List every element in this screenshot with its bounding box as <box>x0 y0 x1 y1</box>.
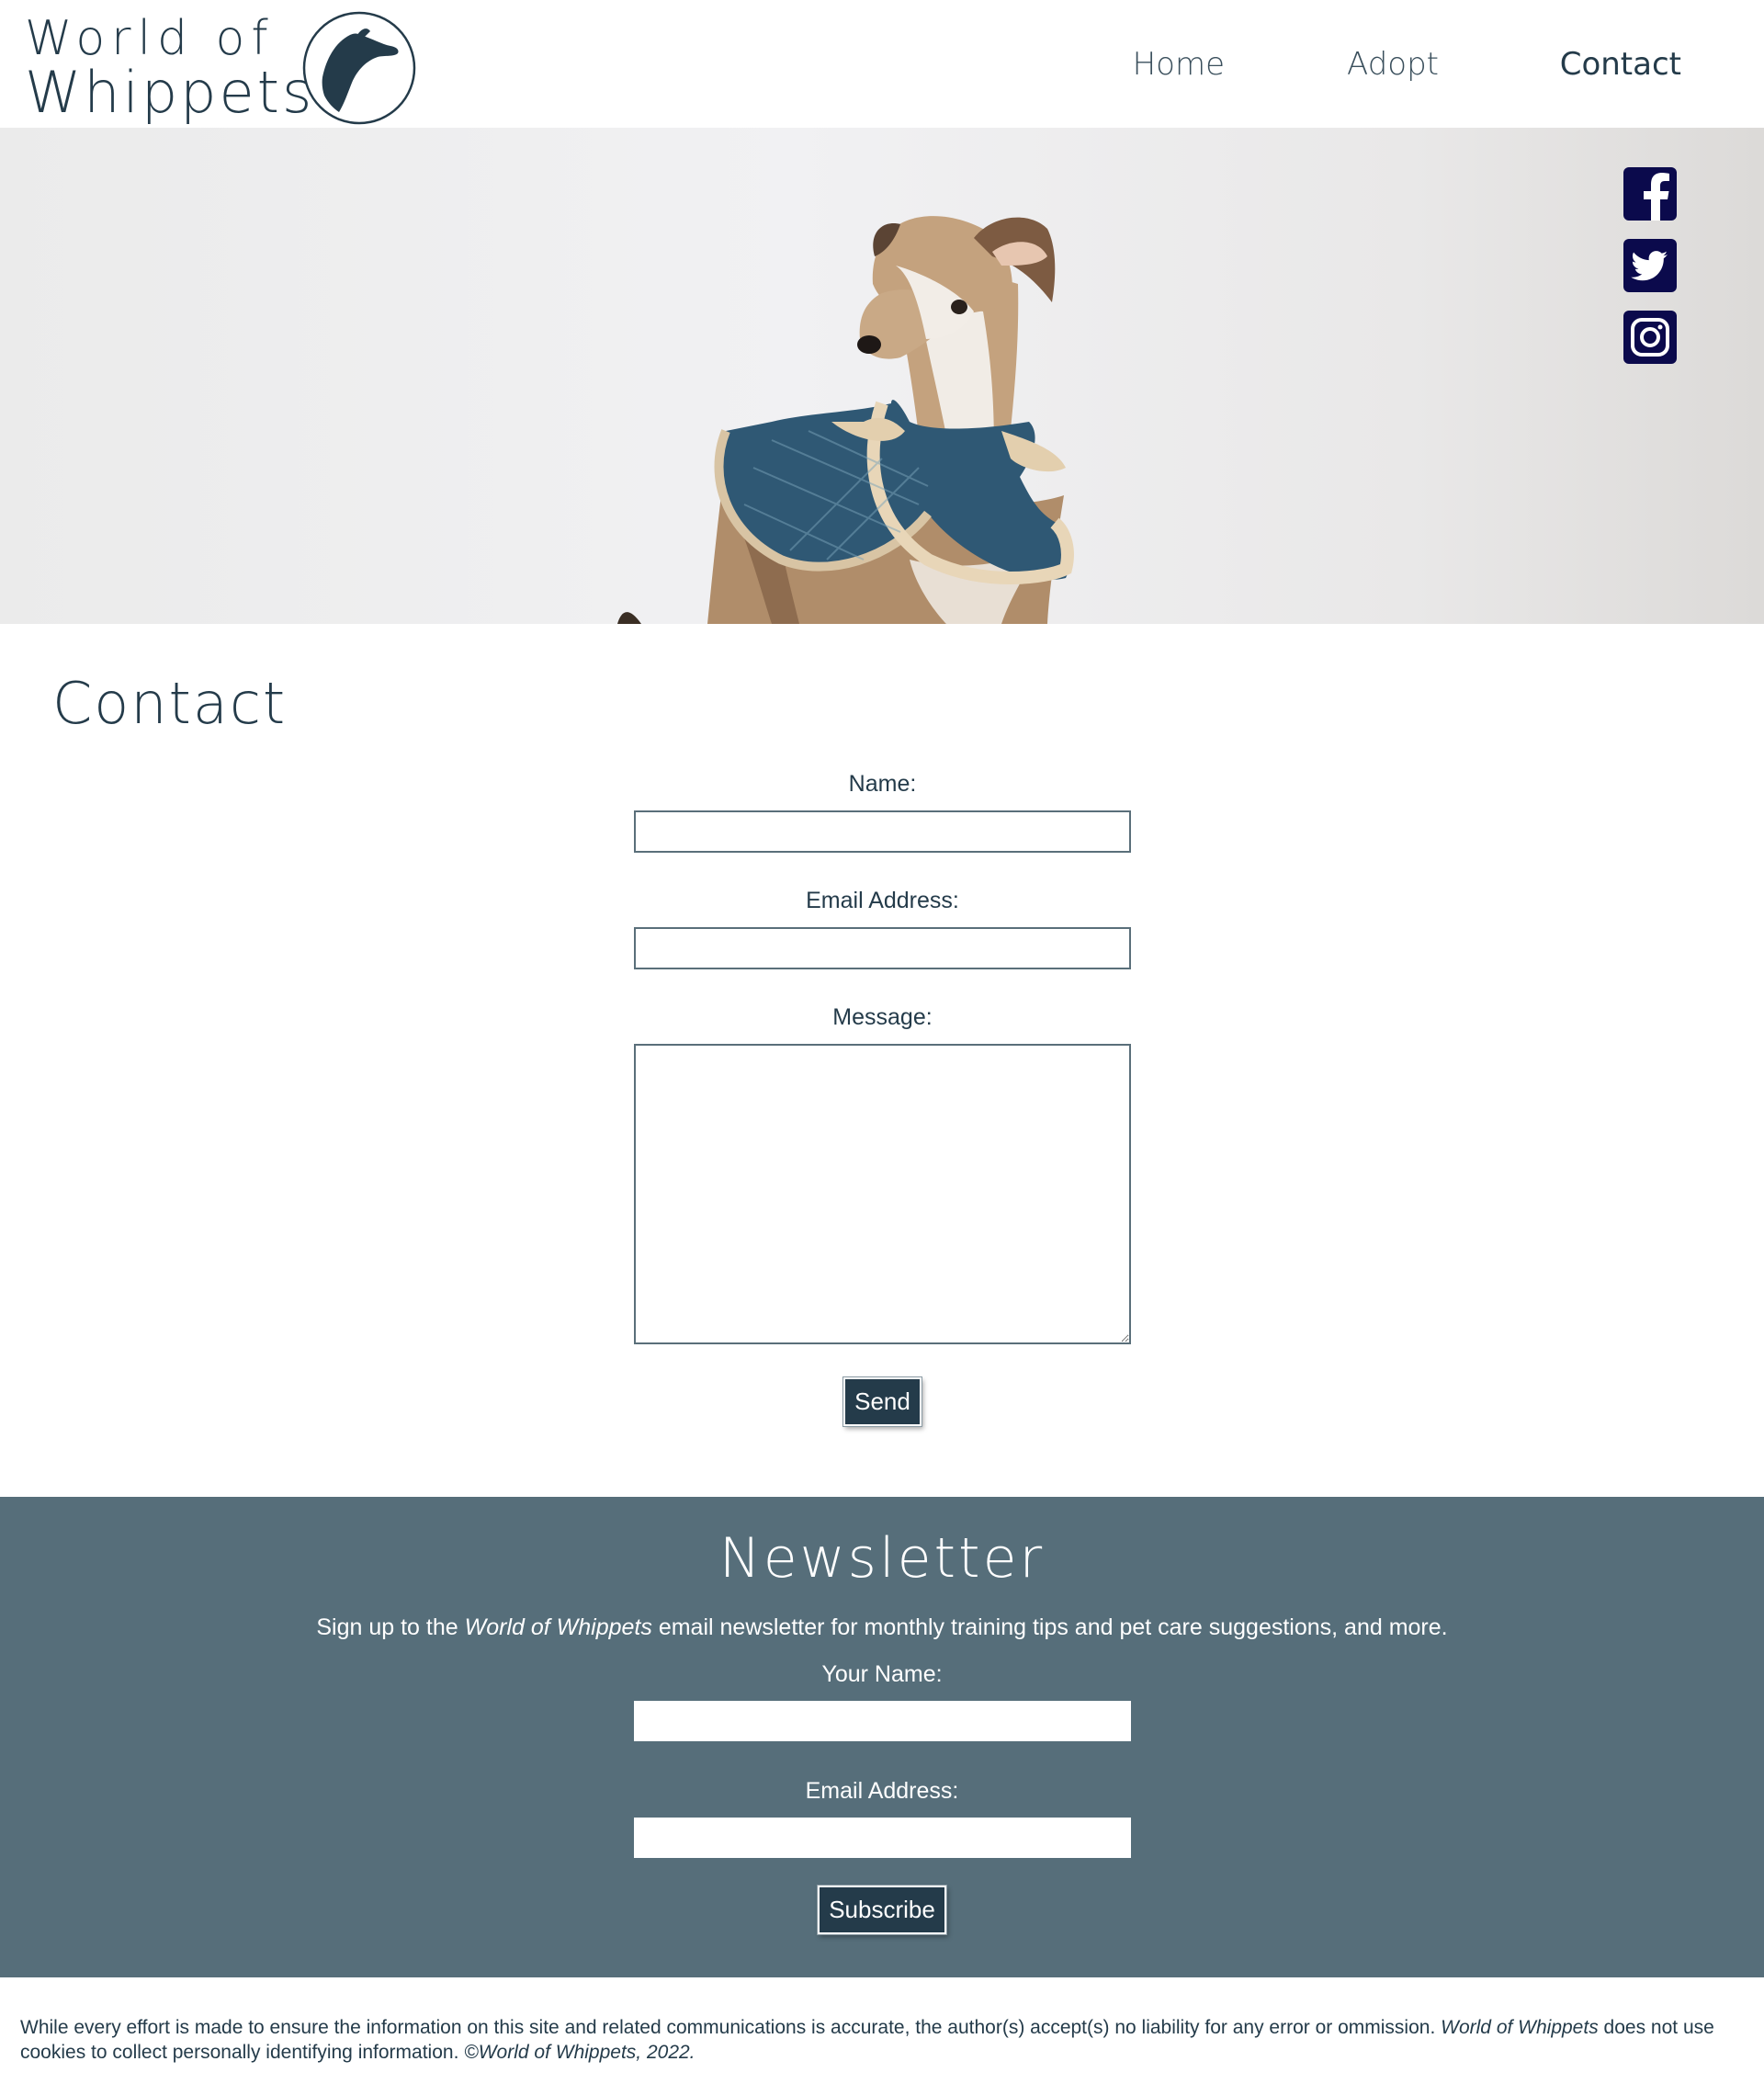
newsletter-title: Newsletter <box>718 1526 1046 1591</box>
contact-form: Name: Email Address: Message: Send <box>634 771 1131 1427</box>
newsletter-email-label: Email Address: <box>805 1778 959 1804</box>
social-links <box>1623 167 1677 382</box>
logo-line-2: Whippets <box>25 59 315 126</box>
contact-section: Contact Name: Email Address: Message: Se… <box>0 624 1764 1497</box>
newsletter-intro-brand: World of Whippets <box>464 1614 652 1640</box>
logo-wordmark: World of Whippets <box>25 11 314 121</box>
site-footer: While every effort is made to ensure the… <box>0 1977 1764 2065</box>
whippet-in-coat-photo <box>617 216 1074 624</box>
site-logo[interactable]: World of Whippets <box>25 11 420 126</box>
nav-home[interactable]: Home <box>1133 46 1225 83</box>
newsletter-intro: Sign up to the World of Whippets email n… <box>0 1614 1764 1641</box>
newsletter-email-field[interactable] <box>633 1818 1131 1858</box>
email-field[interactable] <box>634 927 1131 969</box>
logo-line-1: World of <box>25 11 275 66</box>
instagram-icon[interactable] <box>1623 311 1677 364</box>
email-label: Email Address: <box>806 888 959 913</box>
footer-brand: World of Whippets <box>1441 2017 1599 2038</box>
site-header: World of Whippets Home Adopt Contact <box>0 0 1764 128</box>
message-label: Message: <box>832 1004 933 1030</box>
newsletter-section: Newsletter Sign up to the World of Whipp… <box>0 1497 1764 1977</box>
whippet-head-logo-icon <box>302 11 416 125</box>
footer-copyright: ©World of Whippets, 2022. <box>464 2042 695 2063</box>
newsletter-form: Your Name: Email Address: Subscribe <box>633 1661 1131 1935</box>
message-field[interactable] <box>634 1044 1131 1344</box>
page-title: Contact <box>52 670 288 737</box>
footer-disclaimer: While every effort is made to ensure the… <box>20 2017 1436 2038</box>
facebook-icon[interactable] <box>1623 167 1677 221</box>
nav-adopt[interactable]: Adopt <box>1347 46 1439 83</box>
nav-contact[interactable]: Contact <box>1560 46 1681 83</box>
subscribe-button[interactable]: Subscribe <box>817 1885 947 1935</box>
newsletter-intro-prefix: Sign up to the <box>316 1614 458 1640</box>
send-button[interactable]: Send <box>842 1376 922 1427</box>
newsletter-intro-suffix: email newsletter for monthly training ti… <box>658 1614 1448 1640</box>
hero-banner <box>0 128 1764 624</box>
twitter-icon[interactable] <box>1623 239 1677 292</box>
name-label: Name: <box>848 771 917 797</box>
name-field[interactable] <box>634 810 1131 853</box>
newsletter-name-label: Your Name: <box>821 1661 943 1687</box>
newsletter-name-field[interactable] <box>633 1701 1131 1741</box>
